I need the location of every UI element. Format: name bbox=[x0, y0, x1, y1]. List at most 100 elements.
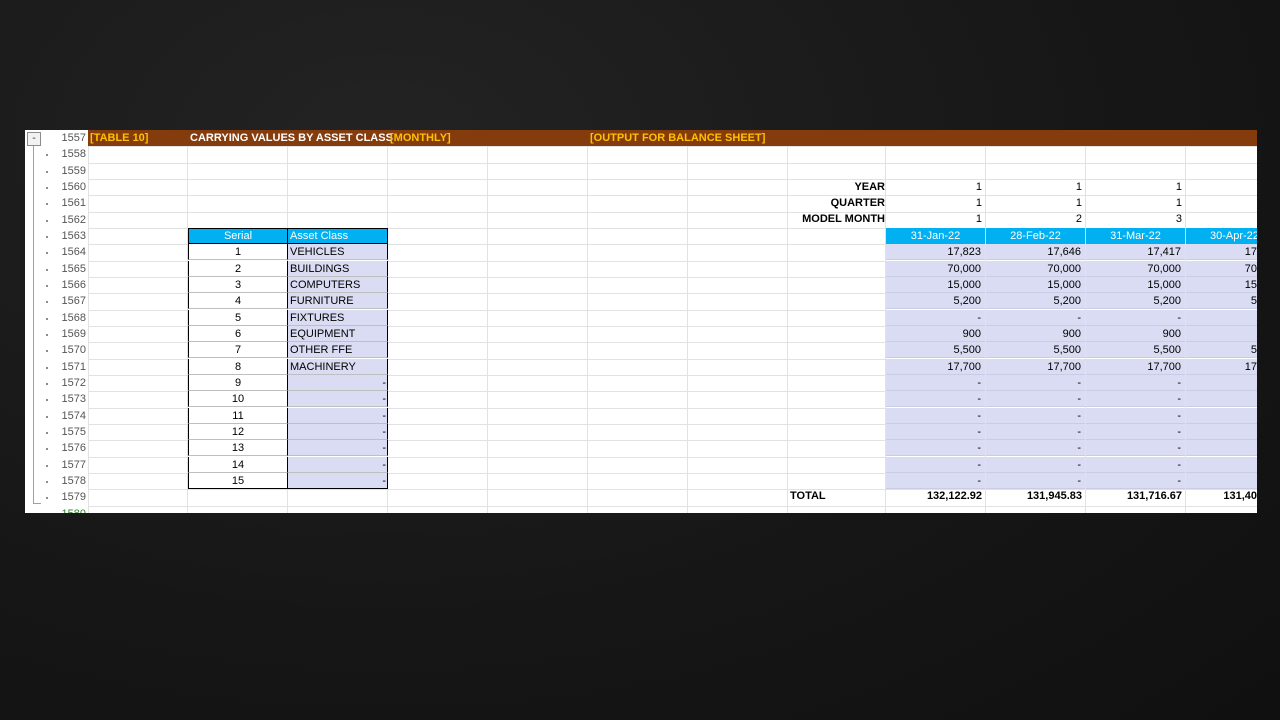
serial-cell[interactable]: 11 bbox=[188, 408, 288, 424]
group-collapse-button[interactable]: - bbox=[27, 132, 41, 146]
carrying-value-cell[interactable]: 70 bbox=[1186, 261, 1257, 277]
carrying-value-cell[interactable]: - bbox=[986, 424, 1085, 440]
carrying-value-cell[interactable]: 5,200 bbox=[886, 293, 985, 309]
carrying-value-cell[interactable]: - bbox=[886, 457, 985, 473]
row-header[interactable]: 1573 bbox=[61, 391, 86, 407]
carrying-value-cell[interactable]: - bbox=[886, 424, 985, 440]
total-value[interactable]: 131,716.67 bbox=[1086, 488, 1182, 504]
carrying-value-cell[interactable]: 5,200 bbox=[1086, 293, 1185, 309]
carrying-value-cell[interactable] bbox=[1186, 391, 1257, 407]
year-value[interactable]: 1 bbox=[886, 179, 982, 195]
asset-class-cell[interactable]: OTHER FFE bbox=[288, 342, 388, 358]
carrying-value-cell[interactable]: - bbox=[886, 473, 985, 489]
carrying-value-cell[interactable]: 5 bbox=[1186, 342, 1257, 358]
date-column-header[interactable]: 31-Jan-22 bbox=[886, 228, 985, 244]
row-header[interactable]: 1571 bbox=[61, 359, 86, 375]
serial-cell[interactable]: 4 bbox=[188, 293, 288, 309]
carrying-value-cell[interactable] bbox=[1186, 310, 1257, 326]
carrying-value-cell[interactable]: - bbox=[1086, 391, 1185, 407]
row-header[interactable]: 1574 bbox=[61, 408, 86, 424]
carrying-value-cell[interactable]: 15,000 bbox=[986, 277, 1085, 293]
asset-class-cell[interactable]: VEHICLES bbox=[288, 244, 388, 260]
carrying-value-cell[interactable]: - bbox=[886, 408, 985, 424]
carrying-value-cell[interactable]: 70,000 bbox=[986, 261, 1085, 277]
carrying-value-cell[interactable]: 17,823 bbox=[886, 244, 985, 260]
row-header[interactable]: 1566 bbox=[61, 277, 86, 293]
model-month-value[interactable]: 1 bbox=[886, 211, 982, 227]
carrying-value-cell[interactable]: 17 bbox=[1186, 244, 1257, 260]
row-header[interactable]: 1580 bbox=[61, 506, 86, 513]
serial-cell[interactable]: 9 bbox=[188, 375, 288, 391]
carrying-value-cell[interactable]: 900 bbox=[886, 326, 985, 342]
carrying-value-cell[interactable]: 17,417 bbox=[1086, 244, 1185, 260]
carrying-value-cell[interactable]: - bbox=[986, 457, 1085, 473]
carrying-value-cell[interactable]: 17,700 bbox=[1086, 359, 1185, 375]
quarter-value[interactable]: 1 bbox=[886, 195, 982, 211]
carrying-value-cell[interactable] bbox=[1186, 473, 1257, 489]
carrying-value-cell[interactable]: - bbox=[1086, 457, 1185, 473]
row-header[interactable]: 1576 bbox=[61, 440, 86, 456]
carrying-value-cell[interactable]: 15,000 bbox=[1086, 277, 1185, 293]
date-column-header[interactable]: 30-Apr-22 bbox=[1186, 228, 1257, 244]
asset-class-cell[interactable]: - bbox=[288, 440, 388, 456]
serial-cell[interactable]: 12 bbox=[188, 424, 288, 440]
row-header[interactable]: 1568 bbox=[61, 310, 86, 326]
serial-cell[interactable]: 7 bbox=[188, 342, 288, 358]
serial-cell[interactable]: 6 bbox=[188, 326, 288, 342]
row-header[interactable]: 1560 bbox=[61, 179, 86, 195]
row-header[interactable]: 1564 bbox=[61, 244, 86, 260]
date-column-header[interactable]: 28-Feb-22 bbox=[986, 228, 1085, 244]
asset-class-cell[interactable]: COMPUTERS bbox=[288, 277, 388, 293]
carrying-value-cell[interactable]: - bbox=[986, 310, 1085, 326]
carrying-value-cell[interactable]: 5,200 bbox=[986, 293, 1085, 309]
serial-cell[interactable]: 2 bbox=[188, 261, 288, 277]
carrying-value-cell[interactable]: - bbox=[886, 391, 985, 407]
carrying-value-cell[interactable]: 5 bbox=[1186, 293, 1257, 309]
carrying-value-cell[interactable]: 5,500 bbox=[886, 342, 985, 358]
asset-class-column-header[interactable]: Asset Class bbox=[288, 228, 388, 244]
serial-cell[interactable]: 3 bbox=[188, 277, 288, 293]
asset-class-cell[interactable]: FURNITURE bbox=[288, 293, 388, 309]
carrying-value-cell[interactable]: 5,500 bbox=[1086, 342, 1185, 358]
carrying-value-cell[interactable] bbox=[1186, 326, 1257, 342]
carrying-value-cell[interactable]: 17,700 bbox=[886, 359, 985, 375]
carrying-value-cell[interactable]: - bbox=[1086, 440, 1185, 456]
carrying-value-cell[interactable] bbox=[1186, 375, 1257, 391]
asset-class-cell[interactable]: EQUIPMENT bbox=[288, 326, 388, 342]
carrying-value-cell[interactable]: 900 bbox=[1086, 326, 1185, 342]
asset-class-cell[interactable]: MACHINERY bbox=[288, 359, 388, 375]
total-value[interactable]: 131,945.83 bbox=[986, 488, 1082, 504]
serial-cell[interactable]: 10 bbox=[188, 391, 288, 407]
row-header[interactable]: 1567 bbox=[61, 293, 86, 309]
serial-cell[interactable]: 8 bbox=[188, 359, 288, 375]
year-value[interactable]: 1 bbox=[1086, 179, 1182, 195]
carrying-value-cell[interactable]: 70,000 bbox=[1086, 261, 1185, 277]
total-value[interactable]: 131,40 bbox=[1186, 488, 1257, 504]
asset-class-cell[interactable]: - bbox=[288, 457, 388, 473]
carrying-value-cell[interactable]: - bbox=[1086, 408, 1185, 424]
carrying-value-cell[interactable]: - bbox=[986, 440, 1085, 456]
carrying-value-cell[interactable]: 5,500 bbox=[986, 342, 1085, 358]
carrying-value-cell[interactable]: 17,646 bbox=[986, 244, 1085, 260]
carrying-value-cell[interactable] bbox=[1186, 440, 1257, 456]
carrying-value-cell[interactable]: 900 bbox=[986, 326, 1085, 342]
carrying-value-cell[interactable]: - bbox=[1086, 310, 1185, 326]
row-header[interactable]: 1561 bbox=[61, 195, 86, 211]
serial-cell[interactable]: 1 bbox=[188, 244, 288, 260]
quarter-value[interactable]: 1 bbox=[986, 195, 1082, 211]
row-header[interactable]: 1570 bbox=[61, 342, 86, 358]
carrying-value-cell[interactable]: - bbox=[886, 310, 985, 326]
carrying-value-cell[interactable]: - bbox=[1086, 375, 1185, 391]
serial-cell[interactable]: 5 bbox=[188, 310, 288, 326]
asset-class-cell[interactable]: - bbox=[288, 391, 388, 407]
carrying-value-cell[interactable] bbox=[1186, 408, 1257, 424]
model-month-value[interactable]: 3 bbox=[1086, 211, 1182, 227]
carrying-value-cell[interactable] bbox=[1186, 424, 1257, 440]
carrying-value-cell[interactable]: - bbox=[1086, 424, 1185, 440]
total-value[interactable]: 132,122.92 bbox=[886, 488, 982, 504]
serial-cell[interactable]: 13 bbox=[188, 440, 288, 456]
serial-cell[interactable]: 14 bbox=[188, 457, 288, 473]
row-header[interactable]: 1562 bbox=[61, 212, 86, 228]
row-header[interactable]: 1572 bbox=[61, 375, 86, 391]
row-header[interactable]: 1565 bbox=[61, 261, 86, 277]
